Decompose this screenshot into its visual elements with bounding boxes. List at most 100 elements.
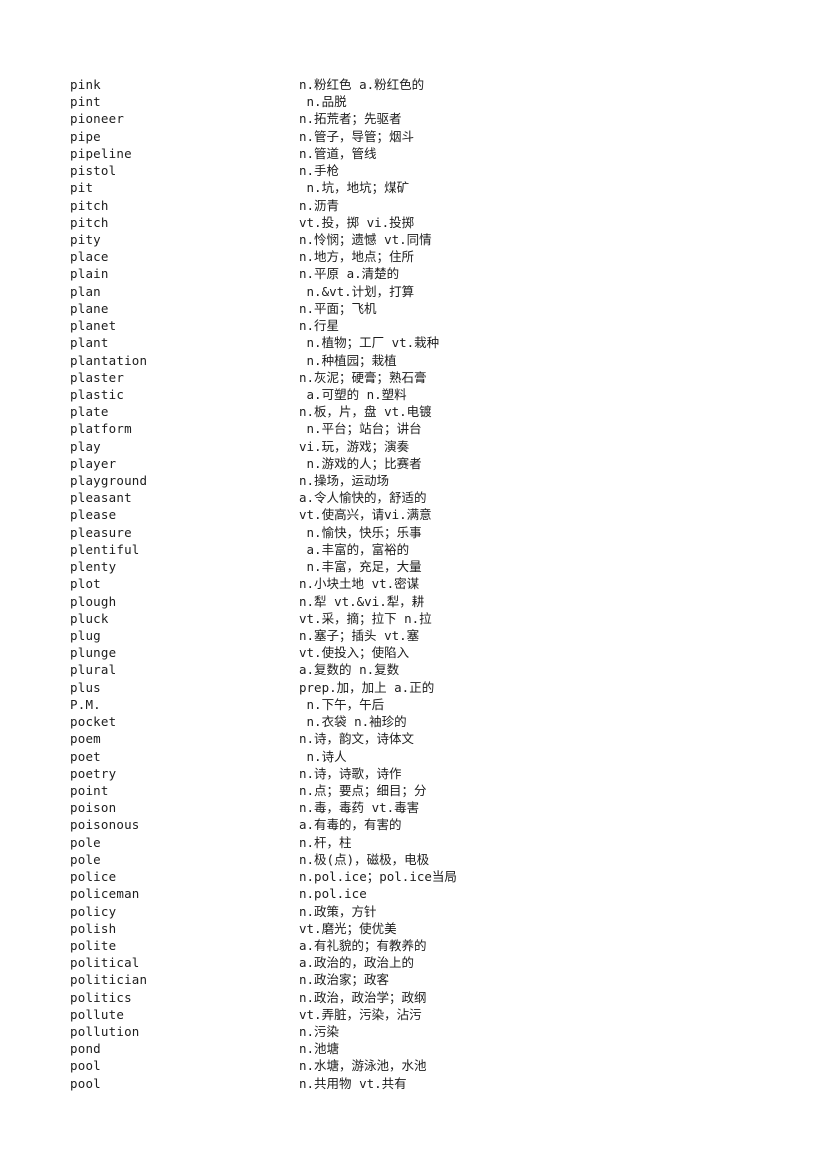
vocabulary-term: pitch bbox=[70, 214, 109, 230]
vocabulary-term: pole bbox=[70, 851, 101, 867]
vocabulary-entry-row: polite a.有礼貌的；有教养的 bbox=[70, 937, 770, 954]
vocabulary-term: pity bbox=[70, 231, 101, 247]
vocabulary-term: playground bbox=[70, 473, 148, 489]
vocabulary-term: police bbox=[70, 869, 117, 885]
vocabulary-definition: n.平台；站台；讲台 bbox=[299, 421, 422, 437]
vocabulary-definition: n.极(点)，磁极，电极 bbox=[299, 851, 430, 867]
vocabulary-term: pit bbox=[70, 180, 94, 196]
vocabulary-term: pole bbox=[70, 834, 101, 850]
vocabulary-entry-row: place n.地方，地点；住所 bbox=[70, 248, 770, 265]
vocabulary-term: politician bbox=[70, 972, 148, 988]
vocabulary-entry-row: policeman n.pol.ice bbox=[70, 885, 770, 902]
vocabulary-entry-row: pioneer n.拓荒者；先驱者 bbox=[70, 110, 770, 127]
vocabulary-entry-row: plaster n.灰泥；硬膏；熟石膏 bbox=[70, 369, 770, 386]
vocabulary-term: poisonous bbox=[70, 817, 140, 833]
vocabulary-definition: prep.加，加上 a.正的 bbox=[299, 679, 435, 695]
vocabulary-definition: n.丰富，充足，大量 bbox=[299, 559, 422, 575]
vocabulary-entry-row: pole n.杆，柱 bbox=[70, 834, 770, 851]
vocabulary-definition: n.地方，地点；住所 bbox=[299, 249, 415, 265]
vocabulary-definition: n.操场，运动场 bbox=[299, 473, 390, 489]
vocabulary-entry-row: plentiful a.丰富的，富裕的 bbox=[70, 541, 770, 558]
vocabulary-definition: n.游戏的人；比赛者 bbox=[299, 455, 422, 471]
vocabulary-entry-row: pint n.品脱 bbox=[70, 93, 770, 110]
vocabulary-definition: n.政治，政治学；政纲 bbox=[299, 989, 427, 1005]
vocabulary-entry-row: plastic a.可塑的 n.塑料 bbox=[70, 386, 770, 403]
vocabulary-entry-row: pole n.极(点)，磁极，电极 bbox=[70, 851, 770, 868]
vocabulary-term: planet bbox=[70, 318, 117, 334]
vocabulary-term: pleasant bbox=[70, 490, 132, 506]
vocabulary-entry-row: point n.点；要点；细目；分 bbox=[70, 782, 770, 799]
vocabulary-term: pool bbox=[70, 1075, 101, 1091]
vocabulary-term: pioneer bbox=[70, 111, 125, 127]
vocabulary-term: point bbox=[70, 782, 109, 798]
vocabulary-definition: a.复数的 n.复数 bbox=[299, 662, 400, 678]
vocabulary-entry-row: pond n.池塘 bbox=[70, 1040, 770, 1057]
vocabulary-definition: n.点；要点；细目；分 bbox=[299, 782, 427, 798]
vocabulary-definition: n.平原 a.清楚的 bbox=[299, 266, 400, 282]
vocabulary-definition: n.板，片，盘 vt.电镀 bbox=[299, 404, 432, 420]
vocabulary-definition: n.沥青 bbox=[299, 197, 340, 213]
vocabulary-entry-row: plane n.平面；飞机 bbox=[70, 300, 770, 317]
vocabulary-term: polite bbox=[70, 937, 117, 953]
vocabulary-definition: n.水塘，游泳池，水池 bbox=[299, 1058, 427, 1074]
vocabulary-entry-row: pink n.粉红色 a.粉红色的 bbox=[70, 76, 770, 93]
vocabulary-definition: n.管道，管线 bbox=[299, 145, 377, 161]
vocabulary-definition: vt.磨光；使优美 bbox=[299, 920, 397, 936]
vocabulary-entry-row: plantation n.种植园；栽植 bbox=[70, 352, 770, 369]
vocabulary-definition: n.平面；飞机 bbox=[299, 300, 377, 316]
vocabulary-entry-row: plan n.&vt.计划，打算 bbox=[70, 283, 770, 300]
vocabulary-entry-row: pipe n.管子，导管；烟斗 bbox=[70, 128, 770, 145]
vocabulary-term: pipeline bbox=[70, 145, 132, 161]
vocabulary-term: pipe bbox=[70, 128, 101, 144]
vocabulary-term: player bbox=[70, 455, 117, 471]
vocabulary-entry-row: political a.政治的，政治上的 bbox=[70, 954, 770, 971]
vocabulary-definition: n.品脱 bbox=[299, 94, 347, 110]
vocabulary-definition: a.有毒的，有害的 bbox=[299, 817, 402, 833]
vocabulary-entry-row: pitch n.沥青 bbox=[70, 197, 770, 214]
vocabulary-term: platform bbox=[70, 421, 132, 437]
vocabulary-entry-row: pluck vt.采，摘；拉下 n.拉 bbox=[70, 610, 770, 627]
vocabulary-term: plain bbox=[70, 266, 109, 282]
vocabulary-entry-row: poet n.诗人 bbox=[70, 748, 770, 765]
vocabulary-term: plot bbox=[70, 576, 101, 592]
vocabulary-definition: n.衣袋 n.袖珍的 bbox=[299, 714, 407, 730]
vocabulary-definition: vt.投，掷 vi.投掷 bbox=[299, 214, 415, 230]
vocabulary-definition: n.行星 bbox=[299, 318, 340, 334]
vocabulary-entry-row: plant n.植物；工厂 vt.栽种 bbox=[70, 334, 770, 351]
vocabulary-definition: n.坑，地坑；煤矿 bbox=[299, 180, 410, 196]
vocabulary-term: pint bbox=[70, 94, 101, 110]
vocabulary-definition: n.毒，毒药 vt.毒害 bbox=[299, 800, 420, 816]
vocabulary-entry-row: play vi.玩，游戏；演奏 bbox=[70, 438, 770, 455]
vocabulary-term: P.M. bbox=[70, 696, 101, 712]
vocabulary-definition: vt.弄脏，污染，沾污 bbox=[299, 1006, 422, 1022]
vocabulary-definition: n.诗，韵文，诗体文 bbox=[299, 731, 415, 747]
vocabulary-term: pond bbox=[70, 1041, 101, 1057]
vocabulary-definition: n.塞子；插头 vt.塞 bbox=[299, 628, 420, 643]
vocabulary-definition: n.池塘 bbox=[299, 1041, 340, 1057]
vocabulary-definition: a.令人愉快的，舒适的 bbox=[299, 490, 427, 506]
vocabulary-definition: n.犁 vt.&vi.犁，耕 bbox=[299, 593, 425, 609]
vocabulary-definition: vt.使投入；使陷入 bbox=[299, 645, 410, 661]
vocabulary-entry-row: pollution n.污染 bbox=[70, 1023, 770, 1040]
vocabulary-definition: n.诗人 bbox=[299, 748, 347, 764]
vocabulary-entry-row: plus prep.加，加上 a.正的 bbox=[70, 679, 770, 696]
vocabulary-entry-row: pity n.怜悯；遗憾 vt.同情 bbox=[70, 231, 770, 248]
vocabulary-entry-row: plenty n.丰富，充足，大量 bbox=[70, 558, 770, 575]
vocabulary-entry-row: plural a.复数的 n.复数 bbox=[70, 661, 770, 678]
vocabulary-term: pool bbox=[70, 1058, 101, 1074]
vocabulary-term: policeman bbox=[70, 886, 140, 902]
vocabulary-term: polish bbox=[70, 920, 117, 936]
vocabulary-term: policy bbox=[70, 903, 117, 919]
vocabulary-term: play bbox=[70, 438, 101, 454]
vocabulary-definition: a.丰富的，富裕的 bbox=[299, 541, 410, 557]
vocabulary-definition: a.政治的，政治上的 bbox=[299, 955, 415, 971]
vocabulary-definition: n.怜悯；遗憾 vt.同情 bbox=[299, 231, 432, 247]
vocabulary-term: poet bbox=[70, 748, 101, 764]
vocabulary-term: please bbox=[70, 507, 117, 523]
vocabulary-term: plural bbox=[70, 662, 117, 678]
vocabulary-term: poem bbox=[70, 731, 101, 747]
vocabulary-entry-row: police n.pol.ice；pol.ice当局 bbox=[70, 868, 770, 885]
vocabulary-entry-row: pipeline n.管道，管线 bbox=[70, 145, 770, 162]
vocabulary-definition: n.共用物 vt.共有 bbox=[299, 1075, 407, 1091]
vocabulary-entry-row: politics n.政治，政治学；政纲 bbox=[70, 989, 770, 1006]
